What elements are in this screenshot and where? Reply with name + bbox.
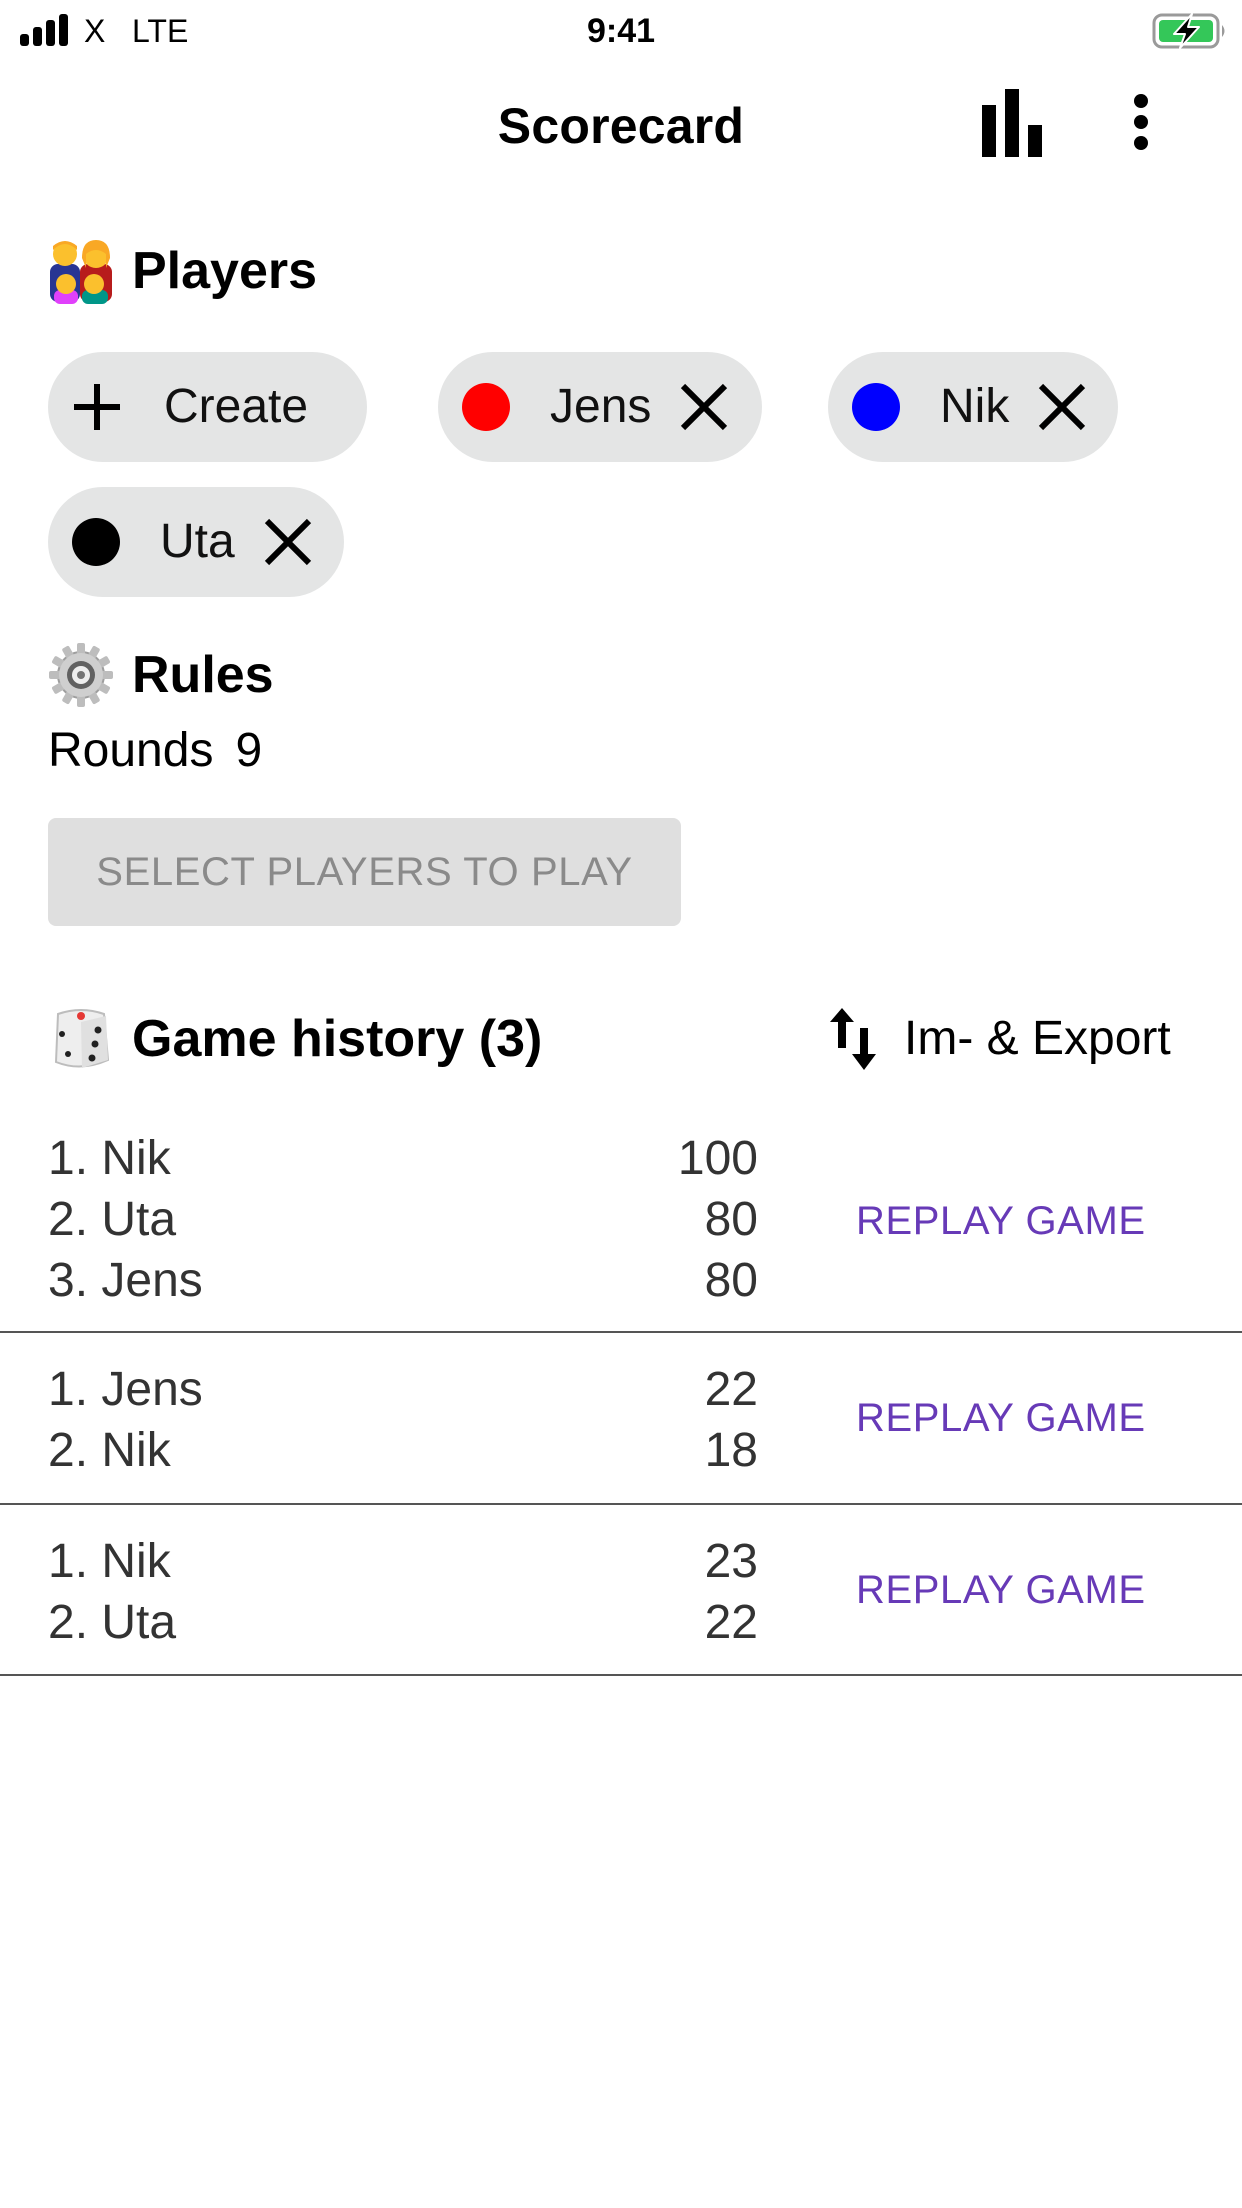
game-history-item: 1. Nik 100 2. Uta 80 3. Jens 80 REPLAY G… <box>0 1110 1242 1333</box>
player-score: 100 <box>677 1131 758 1185</box>
game-history-title: Game history (3) <box>132 1010 543 1068</box>
rounds-setting[interactable]: Rounds 9 <box>48 722 262 780</box>
bar-chart-icon <box>982 89 1042 157</box>
player-name: Nik <box>940 380 1010 433</box>
game-history-list: 1. Nik 100 2. Uta 80 3. Jens 80 REPLAY G… <box>0 1110 1242 1676</box>
page-title: Scorecard <box>497 98 745 154</box>
more-vert-icon <box>1134 94 1148 150</box>
replay-game-button[interactable]: REPLAY GAME <box>856 1197 1146 1245</box>
plus-icon <box>74 384 120 430</box>
player-chip-jens[interactable]: Jens <box>438 352 762 462</box>
family-emoji-icon <box>50 240 112 304</box>
player-name: Uta <box>160 515 235 568</box>
game-result-row: 1. Nik 100 <box>48 1128 1242 1189</box>
game-history-item: 1. Jens 22 2. Nik 18 REPLAY GAME <box>0 1333 1242 1505</box>
player-rank: 3. Jens <box>48 1253 203 1307</box>
import-export-icon <box>830 1008 876 1070</box>
player-score: 80 <box>704 1253 758 1307</box>
player-chip-nik[interactable]: Nik <box>828 352 1118 462</box>
replay-game-button[interactable]: REPLAY GAME <box>856 1566 1146 1614</box>
status-bar: X LTE 9:41 <box>0 0 1242 62</box>
rules-heading: Rules <box>48 642 274 708</box>
player-color-dot <box>72 518 120 566</box>
create-player-chip[interactable]: Create <box>48 352 367 462</box>
player-score: 18 <box>704 1423 758 1477</box>
player-score: 23 <box>704 1534 758 1588</box>
statistics-button[interactable] <box>972 84 1054 170</box>
players-heading: Players <box>48 238 317 304</box>
player-score: 80 <box>704 1192 758 1246</box>
game-result-row: 3. Jens 80 <box>48 1250 1242 1311</box>
player-name: Jens <box>550 380 652 433</box>
import-export-label: Im- & Export <box>904 1012 1171 1065</box>
player-rank: 1. Nik <box>48 1534 171 1588</box>
close-icon[interactable] <box>1035 380 1089 434</box>
players-title: Players <box>132 242 318 300</box>
select-players-to-play-button[interactable]: SELECT PLAYERS TO PLAY <box>48 818 681 926</box>
import-export-button[interactable]: Im- & Export <box>826 1004 1171 1074</box>
player-color-dot <box>462 383 510 431</box>
game-history-item: 1. Nik 23 2. Uta 22 REPLAY GAME <box>0 1505 1242 1676</box>
player-rank: 2. Uta <box>48 1192 177 1246</box>
player-rank: 1. Nik <box>48 1131 171 1185</box>
player-rank: 2. Uta <box>48 1595 177 1649</box>
player-chip-uta[interactable]: Uta <box>48 487 344 597</box>
player-score: 22 <box>704 1362 758 1416</box>
replay-game-button[interactable]: REPLAY GAME <box>856 1394 1146 1442</box>
player-rank: 2. Nik <box>48 1423 171 1477</box>
status-time: 9:41 <box>586 12 656 50</box>
player-rank: 1. Jens <box>48 1362 203 1416</box>
game-history-heading: Game history (3) <box>48 1006 542 1072</box>
create-label: Create <box>164 380 309 433</box>
app-bar: Scorecard <box>0 62 1242 192</box>
gear-icon <box>49 643 113 707</box>
player-color-dot <box>852 383 900 431</box>
close-icon[interactable] <box>261 515 315 569</box>
dice-icon <box>54 1009 110 1068</box>
rounds-value: 9 <box>235 724 263 777</box>
player-score: 22 <box>704 1595 758 1649</box>
battery-charging-icon <box>1152 13 1225 49</box>
more-options-button[interactable] <box>1110 84 1172 170</box>
rounds-label: Rounds <box>48 724 214 777</box>
close-icon[interactable] <box>677 380 731 434</box>
rules-title: Rules <box>132 646 274 704</box>
